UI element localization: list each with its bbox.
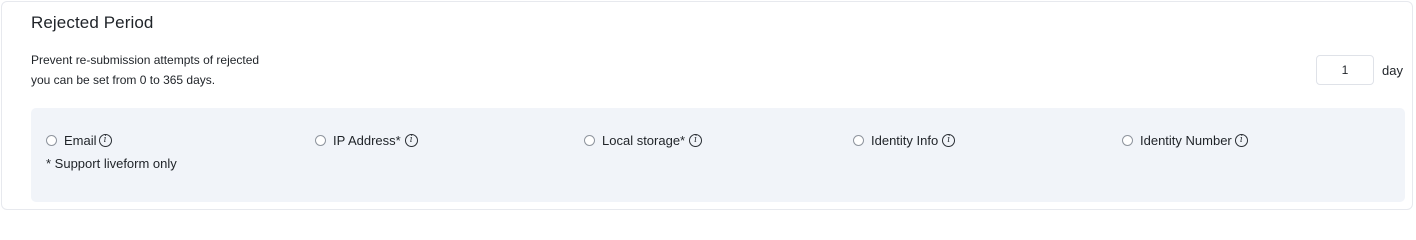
period-unit-label: day: [1382, 63, 1403, 78]
identity-info-label: Identity Info: [871, 132, 939, 148]
option-identity-number[interactable]: Identity Number i: [1122, 132, 1248, 148]
local-storage-radio[interactable]: [584, 134, 595, 146]
options-panel: Email i IP Address* i Local storage* i I…: [31, 108, 1405, 202]
option-email[interactable]: Email i: [46, 132, 112, 148]
identity-info-radio[interactable]: [853, 134, 864, 146]
footnote: * Support liveform only: [46, 156, 177, 171]
ip-address-info-icon[interactable]: i: [404, 133, 418, 147]
email-radio[interactable]: [46, 134, 57, 146]
email-label: Email: [64, 132, 97, 148]
identity-number-label: Identity Number: [1140, 132, 1232, 148]
email-info-icon[interactable]: i: [98, 133, 112, 147]
identity-number-info-icon[interactable]: i: [1234, 133, 1248, 147]
ip-address-label: IP Address*: [333, 132, 401, 148]
identity-info-info-icon[interactable]: i: [942, 133, 956, 147]
description-line-2: you can be set from 0 to 365 days.: [31, 72, 216, 87]
rejected-period-days-input[interactable]: [1316, 55, 1374, 85]
ip-address-radio[interactable]: [315, 134, 326, 146]
option-local-storage[interactable]: Local storage* i: [584, 132, 703, 148]
local-storage-info-icon[interactable]: i: [689, 133, 703, 147]
option-identity-info[interactable]: Identity Info i: [853, 132, 956, 148]
option-ip-address[interactable]: IP Address* i: [315, 132, 418, 148]
identity-number-radio[interactable]: [1122, 134, 1133, 146]
section-title: Rejected Period: [31, 13, 154, 32]
rejected-period-card: Rejected Period Prevent re-submission at…: [1, 1, 1413, 210]
local-storage-label: Local storage*: [602, 132, 686, 148]
description-line-1: Prevent re-submission attempts of reject…: [31, 53, 260, 67]
section-description: Prevent re-submission attempts of reject…: [31, 51, 259, 90]
